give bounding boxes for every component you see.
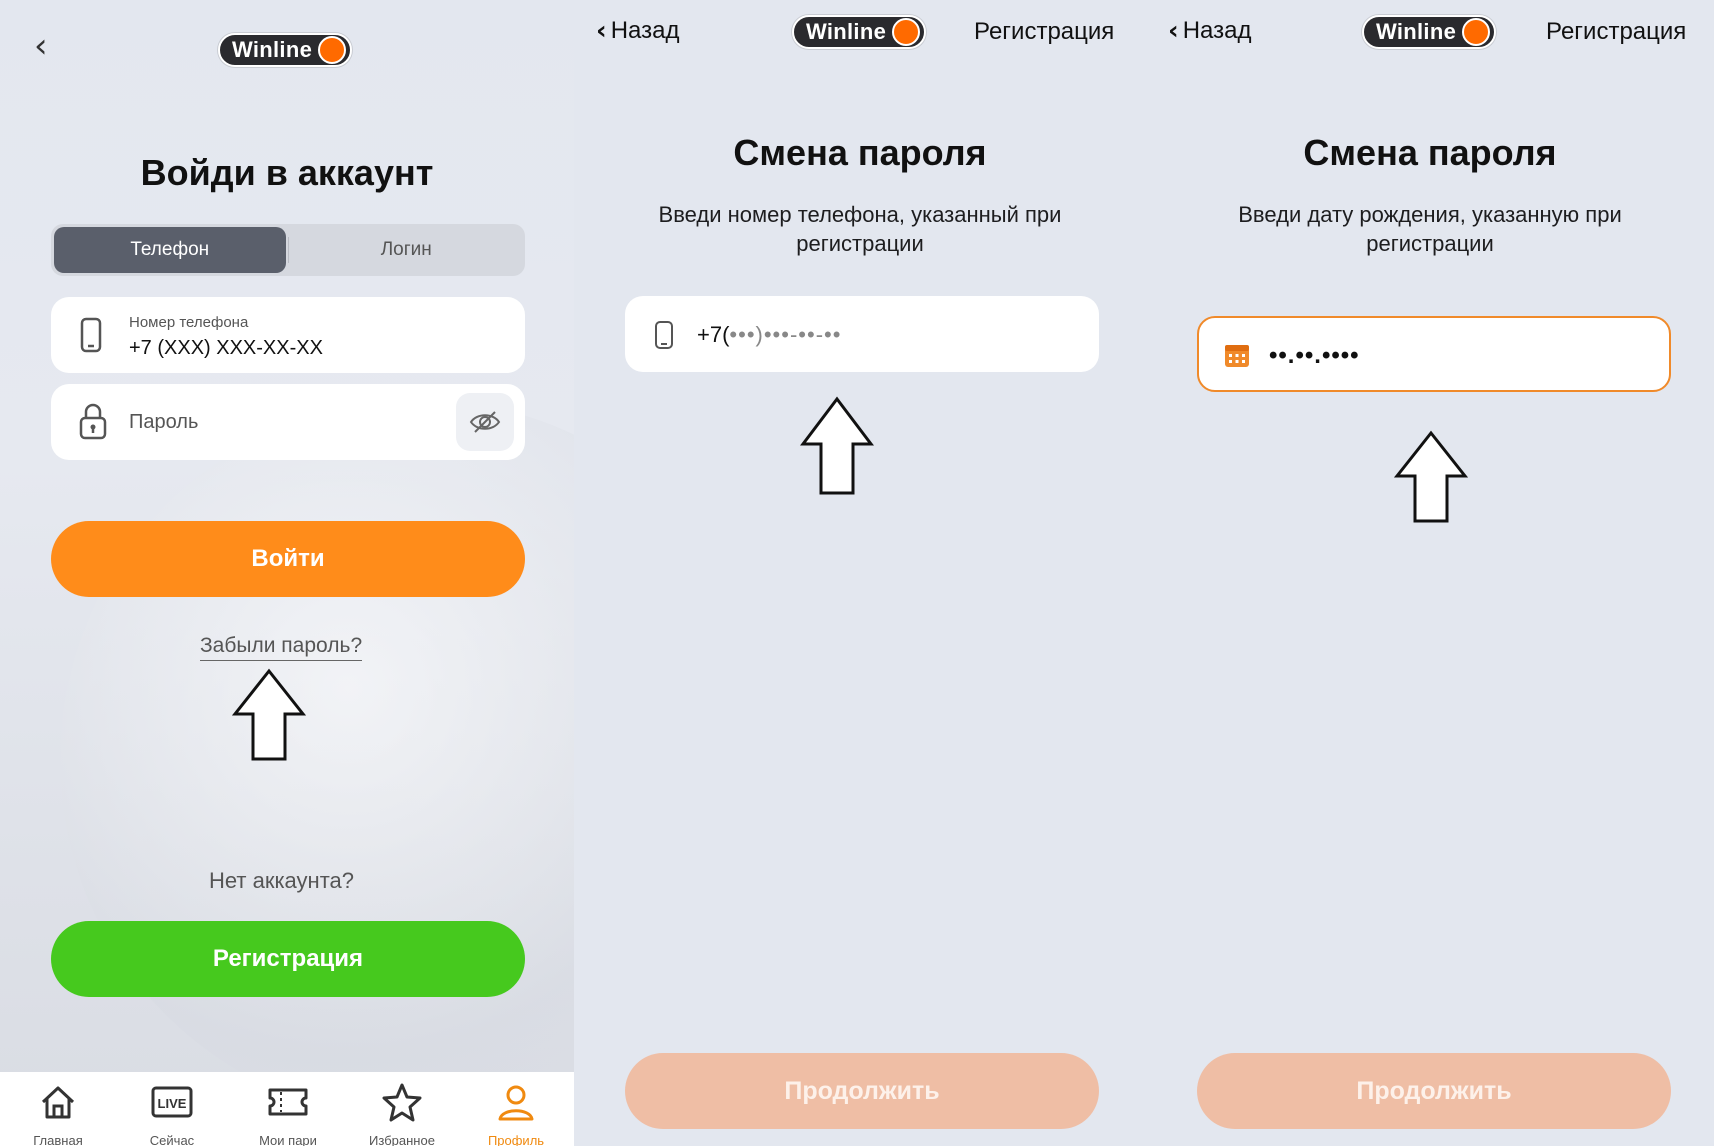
calendar-icon: [1225, 345, 1249, 367]
tab-home[interactable]: Главная: [8, 1082, 108, 1146]
phone-mask: •••)•••-••-••: [729, 322, 842, 347]
login-button[interactable]: Войти: [51, 521, 525, 597]
phone-input-value: +7(•••)•••-••-••: [697, 322, 841, 348]
winline-logo: Winline: [1362, 15, 1497, 49]
back-chevron-icon[interactable]: ‹: [34, 26, 48, 66]
back-button[interactable]: ‹ Назад: [596, 16, 679, 46]
page-title: Смена пароля: [733, 132, 987, 173]
tab-live[interactable]: LIVE Сейчас: [122, 1082, 222, 1146]
page-title: Смена пароля: [1303, 132, 1557, 173]
subtitle-line-2: регистрации: [796, 231, 924, 256]
phone-input[interactable]: +7(•••)•••-••-••: [625, 296, 1099, 372]
back-label: Назад: [1182, 17, 1252, 44]
page-subtitle: Введи номер телефона, указанный при реги…: [574, 200, 1146, 258]
user-icon: [498, 1085, 534, 1121]
page-subtitle: Введи дату рождения, указанную при регис…: [1146, 200, 1714, 258]
tab-my-bets[interactable]: Мои пари: [238, 1082, 338, 1146]
register-link[interactable]: Регистрация: [1546, 18, 1686, 46]
continue-button[interactable]: Продолжить: [1197, 1053, 1671, 1129]
winline-logo: Winline: [218, 33, 353, 67]
phone-prefix: +7(: [697, 322, 730, 347]
up-arrow-annotation: [232, 668, 306, 761]
back-label: Назад: [610, 17, 680, 44]
tab-favorites-label: Избранное: [369, 1133, 435, 1146]
ticket-icon: [268, 1088, 308, 1116]
change-password-birthdate-screen: ‹ Назад Winline Регистрация Смена пароля…: [1146, 0, 1714, 1146]
segment-login[interactable]: Логин: [291, 227, 523, 273]
tab-profile[interactable]: Профиль: [466, 1082, 566, 1146]
winline-logo: Winline: [792, 15, 927, 49]
phone-field-label: Номер телефона: [129, 314, 249, 331]
up-arrow-annotation: [1394, 430, 1468, 523]
live-icon: LIVE: [151, 1086, 193, 1118]
logo-dot: [318, 36, 347, 64]
forgot-password-link[interactable]: Забыли пароль?: [200, 634, 363, 661]
up-arrow-annotation: [800, 396, 874, 495]
star-icon: [382, 1083, 422, 1122]
eye-off-icon: [469, 411, 501, 433]
tab-my-bets-label: Мои пари: [259, 1133, 317, 1146]
tab-profile-label: Профиль: [487, 1133, 545, 1146]
subtitle-line-1: Введи номер телефона, указанный при: [658, 202, 1062, 227]
logo-dot: [892, 18, 921, 46]
register-link[interactable]: Регистрация: [974, 18, 1114, 46]
chevron-left-icon: ‹: [596, 16, 607, 46]
subtitle-line-2: регистрации: [1366, 231, 1494, 256]
logo-dot: [1462, 18, 1491, 46]
continue-button[interactable]: Продолжить: [625, 1053, 1099, 1129]
tab-favorites[interactable]: Избранное: [352, 1082, 452, 1146]
register-button[interactable]: Регистрация: [51, 921, 525, 997]
login-screen: ‹ Winline Войди в аккаунт Телефон Логин …: [0, 0, 574, 1146]
subtitle-line-1: Введи дату рождения, указанную при: [1238, 202, 1622, 227]
svg-text:LIVE: LIVE: [158, 1096, 187, 1111]
background-ball-decoration: [60, 400, 574, 1120]
logo-text: Winline: [1376, 19, 1457, 44]
toggle-password-visibility-button[interactable]: [456, 393, 514, 451]
logo-text: Winline: [232, 37, 313, 62]
tab-live-label: Сейчас: [149, 1133, 195, 1146]
home-icon: [41, 1086, 75, 1119]
phone-icon: [655, 321, 673, 349]
birthdate-input[interactable]: ••.••.••••: [1197, 316, 1671, 392]
back-button[interactable]: ‹ Назад: [1168, 16, 1251, 46]
phone-field-value: +7 (XXX) XXX-XX-XX: [129, 337, 323, 359]
password-placeholder: Пароль: [129, 411, 199, 433]
page-title: Войди в аккаунт: [140, 152, 434, 193]
lock-icon: [79, 403, 107, 440]
logo-text: Winline: [806, 19, 887, 44]
change-password-phone-screen: ‹ Назад Winline Регистрация Смена пароля…: [574, 0, 1146, 1146]
login-method-segmented-control: Телефон Логин: [51, 224, 525, 276]
segment-phone[interactable]: Телефон: [54, 227, 286, 273]
phone-field[interactable]: Номер телефона +7 (XXX) XXX-XX-XX: [51, 297, 525, 373]
tab-home-label: Главная: [33, 1133, 83, 1146]
no-account-text: Нет аккаунта?: [209, 868, 354, 893]
phone-icon: [80, 317, 102, 353]
password-field[interactable]: Пароль: [51, 384, 525, 460]
chevron-left-icon: ‹: [1168, 16, 1179, 46]
segment-divider: [287, 237, 289, 263]
bottom-tab-bar: Главная LIVE Сейчас Мои пари Избранное П…: [0, 1072, 574, 1146]
birthdate-mask: ••.••.••••: [1269, 342, 1360, 369]
